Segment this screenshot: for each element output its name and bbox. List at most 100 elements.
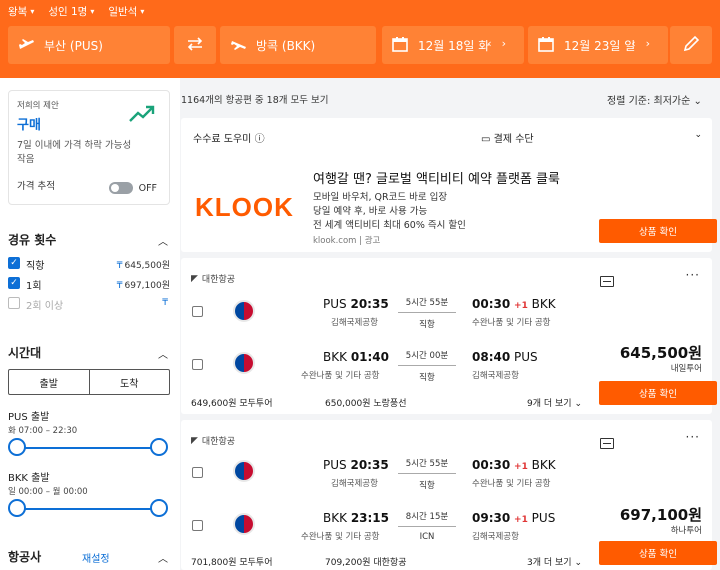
airline-name: 대한항공 — [201, 275, 236, 285]
trip-type-dropdown[interactable]: 왕복 ▾ — [8, 4, 34, 19]
stops-one-label: 1회 — [26, 281, 42, 292]
arrival-time: 00:30 — [472, 458, 511, 472]
edit-search-button[interactable] — [670, 26, 712, 64]
advice-description: 7일 이내에 가격 하락 가능성 작음 — [17, 140, 132, 165]
search-header: 왕복 ▾ 성인 1명 ▾ 일반석 ▾ 부산 (PUS) 방콕 (BKK) 12월 18… — [0, 0, 720, 78]
compare-checkbox[interactable] — [192, 359, 203, 370]
return-date-field[interactable]: 12월 23일 일 ‹› — [528, 26, 668, 64]
stops-direct-price-value: 645,500원 — [124, 261, 171, 271]
klook-logo[interactable]: KLOOK — [195, 192, 294, 223]
chevron-up-icon[interactable]: ︿ — [158, 233, 168, 248]
cabin-label: 일반석 — [108, 6, 138, 18]
pus-departure-min-handle[interactable] — [8, 438, 26, 456]
departure-time: 01:40 — [350, 350, 390, 364]
compare-checkbox[interactable] — [192, 467, 203, 478]
stops-label: 직항 — [419, 373, 435, 383]
airline-reset-link[interactable]: 재설정 — [82, 550, 110, 565]
swap-button[interactable] — [174, 26, 216, 64]
alt-price-link[interactable]: 649,600원 모두투어 — [191, 396, 272, 409]
departure-airport: 수완나품 및 기타 공항 — [301, 532, 380, 542]
price-tracker-toggle[interactable] — [109, 182, 133, 194]
price-tag-icon: ₸ — [116, 281, 123, 291]
swap-arrows-icon — [186, 36, 204, 54]
departure-airport: 김해국제공항 — [331, 479, 378, 489]
calendar-icon — [538, 36, 556, 54]
stops-two-plus-price: ₸ — [162, 298, 170, 308]
flight-card: ◤ 대한항공 ··· PUS 20:35 김해국제공항 5시간 55분 직항 00… — [181, 258, 717, 414]
more-deals-link[interactable]: 3개 더 보기 ⌄ — [527, 555, 582, 568]
arrival-time: 08:40 — [472, 350, 511, 364]
cabin-dropdown[interactable]: 일반석 ▾ — [108, 4, 144, 19]
flight-card: ◤ 대한항공 ··· PUS 20:35 김해국제공항 5시간 55분 직항 00… — [181, 420, 717, 570]
pus-departure-slider[interactable] — [17, 447, 159, 449]
date-nav-arrows[interactable]: ‹› — [487, 37, 516, 50]
airport-code: PUS — [531, 511, 556, 525]
passengers-dropdown[interactable]: 성인 1명 ▾ — [48, 4, 94, 19]
alt-price-link[interactable]: 650,000원 노랑풍선 — [325, 396, 406, 409]
chevron-up-icon[interactable]: ︿ — [158, 346, 168, 361]
origin-field[interactable]: 부산 (PUS) — [8, 26, 170, 64]
depart-date-field[interactable]: 12월 18일 화 ‹› — [382, 26, 524, 64]
stops-two-plus-checkbox[interactable] — [8, 297, 20, 309]
arrival-airport: 김해국제공항 — [472, 532, 519, 542]
sort-dropdown[interactable]: 정렬 기준: 최저가순 ⌄ — [607, 92, 702, 107]
bkk-departure-max-handle[interactable] — [150, 499, 168, 517]
chevron-down-icon: ⌄ — [693, 96, 702, 107]
airline-section-title: 항공사 — [8, 550, 42, 564]
bkk-departure-range: 일 00:00 – 월 00:00 — [8, 487, 88, 497]
compare-checkbox[interactable] — [192, 520, 203, 531]
alt-price-link[interactable]: 701,800원 모두투어 — [191, 555, 272, 568]
more-options-button[interactable]: ··· — [686, 268, 700, 282]
date-nav-arrows[interactable]: ‹› — [631, 37, 660, 50]
plane-takeoff-icon — [18, 36, 36, 54]
alt-price-link[interactable]: 709,200원 대한항공 — [325, 555, 406, 568]
compare-checkbox[interactable] — [192, 306, 203, 317]
payment-method-dropdown[interactable]: ▭ 결제 수단 — [481, 130, 534, 145]
airport-code: PUS — [323, 458, 347, 472]
day-offset: +1 — [514, 462, 528, 472]
ad-line: 당일 예약 후, 바로 사용 가능 — [313, 206, 428, 217]
airport-code: BKK — [323, 350, 347, 364]
destination-value: 방콕 (BKK) — [256, 38, 316, 53]
stops-one-price-value: 697,100원 — [124, 281, 171, 291]
tab-arrival[interactable]: 도착 — [90, 370, 170, 394]
fee-helper-dropdown[interactable]: 수수료 도우미 ⓘ — [193, 130, 265, 145]
more-deals-link[interactable]: 9개 더 보기 ⌄ — [527, 396, 582, 409]
more-deals-label: 3개 더 보기 — [527, 558, 572, 568]
chevron-down-icon[interactable]: ⌄ — [694, 130, 702, 140]
ad-url[interactable]: klook.com | 광고 — [313, 234, 380, 246]
chevron-down-icon: ▾ — [30, 7, 35, 16]
arrival-time: 00:30 — [472, 297, 511, 311]
destination-field[interactable]: 방콕 (BKK) — [220, 26, 376, 64]
stops-direct-label: 직항 — [26, 261, 45, 272]
stops-direct-checkbox[interactable]: ✓ — [8, 257, 20, 269]
duration-line — [398, 312, 456, 313]
bkk-departure-slider[interactable] — [17, 508, 159, 510]
bkk-departure-min-handle[interactable] — [8, 499, 26, 517]
credit-card-icon: ▭ — [481, 134, 491, 145]
duration: 5시간 00분 — [405, 351, 449, 361]
select-flight-button[interactable]: 상품 확인 — [599, 381, 717, 405]
korean-air-logo — [233, 352, 255, 374]
price-advice-card: 저희의 제안 구매 7일 이내에 가격 하락 가능성 작음 가격 추적 OFF — [8, 90, 170, 205]
select-flight-button[interactable]: 상품 확인 — [599, 541, 717, 565]
ad-cta-button[interactable]: 상품 확인 — [599, 219, 717, 243]
ad-title[interactable]: 여행갈 땐? 글로벌 액티비티 예약 플랫폼 클룩 — [313, 168, 560, 187]
departure-airport: 김해국제공항 — [331, 318, 378, 328]
tag-icon: ◤ — [191, 273, 198, 284]
chevron-up-icon[interactable]: ︿ — [158, 550, 168, 565]
stops-one-checkbox[interactable]: ✓ — [8, 277, 20, 289]
stops-label: ICN — [419, 532, 435, 542]
return-arrival: 09:30 +1 PUS — [472, 511, 555, 525]
more-options-button[interactable]: ··· — [686, 430, 700, 444]
pus-departure-max-handle[interactable] — [150, 438, 168, 456]
baggage-icon — [600, 276, 614, 287]
duration: 8시간 15분 — [405, 512, 449, 522]
day-offset: +1 — [514, 301, 528, 311]
departure-airport: 수완나품 및 기타 공항 — [301, 371, 380, 381]
bkk-departure-label: BKK 출발 — [8, 473, 50, 484]
tab-departure[interactable]: 출발 — [9, 370, 90, 394]
payment-method-label: 결제 수단 — [493, 134, 534, 145]
ad-line: 전 세계 액티비티 최대 60% 즉시 할인 — [313, 220, 466, 231]
arrival-time: 09:30 — [472, 511, 511, 525]
